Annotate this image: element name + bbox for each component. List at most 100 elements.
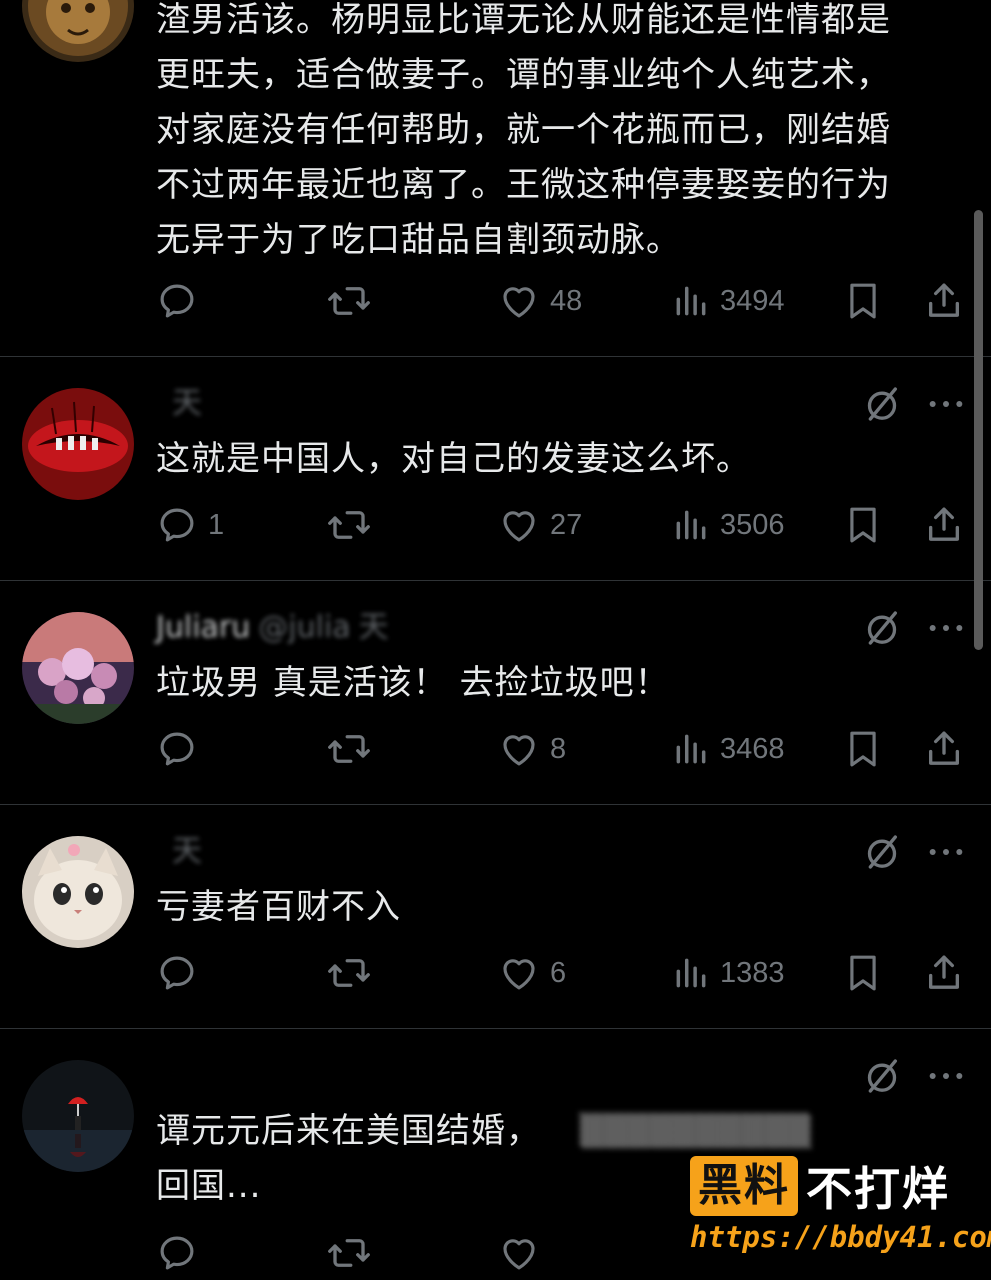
watermark-title: 黑料 不打烊 bbox=[690, 1154, 950, 1218]
tweet-text: 这就是中国人，对自己的发妻这么坏。 bbox=[156, 439, 751, 479]
bookmark-button[interactable] bbox=[844, 948, 882, 998]
scrollbar[interactable] bbox=[974, 210, 983, 650]
retweet-button[interactable] bbox=[326, 500, 382, 550]
reply-icon bbox=[160, 508, 194, 542]
like-button[interactable]: 48 bbox=[498, 276, 582, 326]
views-button[interactable]: 3506 bbox=[672, 500, 785, 550]
share-button[interactable] bbox=[924, 276, 964, 326]
author-name[interactable]: Juliaru bbox=[156, 610, 250, 645]
share-icon bbox=[929, 731, 959, 765]
like-button[interactable] bbox=[498, 1228, 540, 1278]
tweet-header: Juliaru @julia 天 bbox=[156, 608, 389, 648]
like-icon bbox=[503, 511, 535, 542]
tweet-text: 垃圾男 真是活该！ 去捡垃圾吧！ bbox=[156, 663, 670, 703]
more-icon[interactable] bbox=[926, 608, 966, 648]
reply-button[interactable] bbox=[156, 724, 208, 774]
bookmark-icon bbox=[850, 955, 876, 991]
tweet-actions: 1 27 3506 bbox=[156, 500, 966, 550]
grok-icon[interactable] bbox=[862, 832, 902, 872]
tweet-divider bbox=[0, 580, 991, 581]
views-count: 3506 bbox=[720, 508, 785, 541]
retweet-icon bbox=[328, 735, 370, 763]
retweet-icon bbox=[328, 511, 370, 539]
avatar[interactable] bbox=[22, 836, 134, 948]
tweet-time: 天 bbox=[172, 834, 202, 869]
bookmark-icon bbox=[850, 283, 876, 319]
views-count: 3468 bbox=[720, 732, 785, 765]
tweet-time: 天 bbox=[172, 386, 202, 421]
bookmark-button[interactable] bbox=[844, 276, 882, 326]
tweet-time: 天 bbox=[358, 610, 389, 645]
views-button[interactable]: 3494 bbox=[672, 276, 785, 326]
like-count: 48 bbox=[550, 284, 583, 317]
author-handle[interactable]: @julia bbox=[258, 610, 350, 645]
views-button[interactable]: 1383 bbox=[672, 948, 785, 998]
bookmark-icon bbox=[850, 731, 876, 767]
watermark-logo: 黑料 不打烊 https://bbdy41.com bbox=[690, 1154, 991, 1274]
reply-button[interactable] bbox=[156, 1228, 198, 1278]
reply-button[interactable] bbox=[156, 276, 208, 326]
like-button[interactable]: 27 bbox=[498, 500, 582, 550]
retweet-button[interactable] bbox=[326, 948, 382, 998]
like-count: 8 bbox=[550, 732, 567, 765]
tweet-text: 渣男活该。杨明显比谭无论从财能还是性情都是 更旺夫，适合做妻子。谭的事业纯个人纯… bbox=[156, 0, 891, 260]
share-icon bbox=[929, 507, 959, 541]
retweet-icon bbox=[328, 959, 370, 987]
reply-icon bbox=[160, 956, 194, 990]
grok-icon[interactable] bbox=[862, 1056, 902, 1096]
like-icon bbox=[503, 959, 535, 990]
like-icon bbox=[503, 287, 535, 318]
views-count: 1383 bbox=[720, 956, 785, 989]
like-button[interactable]: 8 bbox=[498, 724, 566, 774]
reply-count: 1 bbox=[208, 508, 225, 541]
more-icon[interactable] bbox=[926, 832, 966, 872]
reply-icon bbox=[160, 284, 194, 318]
like-button[interactable]: 6 bbox=[498, 948, 566, 998]
tweet-header: 天 bbox=[156, 832, 202, 872]
retweet-icon bbox=[328, 1239, 370, 1267]
views-count: 3494 bbox=[720, 284, 785, 317]
like-count: 6 bbox=[550, 956, 567, 989]
retweet-button[interactable] bbox=[326, 1228, 372, 1278]
share-button[interactable] bbox=[924, 500, 964, 550]
reply-icon bbox=[160, 732, 194, 766]
watermark-url: https://bbdy41.com bbox=[690, 1220, 991, 1254]
watermark-rest-text: 不打烊 bbox=[806, 1162, 950, 1216]
avatar[interactable] bbox=[22, 0, 134, 62]
bookmark-button[interactable] bbox=[844, 500, 882, 550]
share-icon bbox=[929, 955, 959, 989]
like-icon bbox=[503, 735, 535, 766]
watermark-box-text: 黑料 bbox=[690, 1156, 798, 1216]
tweet-divider bbox=[0, 1028, 991, 1029]
views-button[interactable]: 3468 bbox=[672, 724, 785, 774]
avatar[interactable] bbox=[22, 612, 134, 724]
grok-icon[interactable] bbox=[862, 608, 902, 648]
views-icon bbox=[676, 734, 706, 764]
tweet-actions: 8 3468 bbox=[156, 724, 966, 774]
tweet-actions: 6 1383 bbox=[156, 948, 966, 998]
share-button[interactable] bbox=[924, 948, 964, 998]
bookmark-button[interactable] bbox=[844, 724, 882, 774]
timeline-feed: 渣男活该。杨明显比谭无论从财能还是性情都是 更旺夫，适合做妻子。谭的事业纯个人纯… bbox=[0, 0, 991, 1280]
reply-button[interactable]: 1 bbox=[156, 500, 224, 550]
grok-icon[interactable] bbox=[862, 384, 902, 424]
bookmark-icon bbox=[850, 507, 876, 543]
views-icon bbox=[676, 286, 706, 316]
retweet-button[interactable] bbox=[326, 724, 382, 774]
tweet-divider bbox=[0, 804, 991, 805]
avatar[interactable] bbox=[22, 388, 134, 500]
like-count: 27 bbox=[550, 508, 583, 541]
like-icon bbox=[503, 1239, 535, 1270]
share-icon bbox=[929, 283, 959, 317]
reply-button[interactable] bbox=[156, 948, 208, 998]
retweet-button[interactable] bbox=[326, 276, 382, 326]
tweet-text: 亏妻者百财不入 bbox=[156, 887, 401, 927]
views-icon bbox=[676, 510, 706, 540]
more-icon[interactable] bbox=[926, 1056, 966, 1096]
avatar[interactable] bbox=[22, 1060, 134, 1172]
obscured-text: ▒▒▒▒▒▒▒▒▒▒ bbox=[580, 1114, 811, 1149]
views-icon bbox=[676, 958, 706, 988]
more-icon[interactable] bbox=[926, 384, 966, 424]
share-button[interactable] bbox=[924, 724, 964, 774]
retweet-icon bbox=[328, 287, 370, 315]
